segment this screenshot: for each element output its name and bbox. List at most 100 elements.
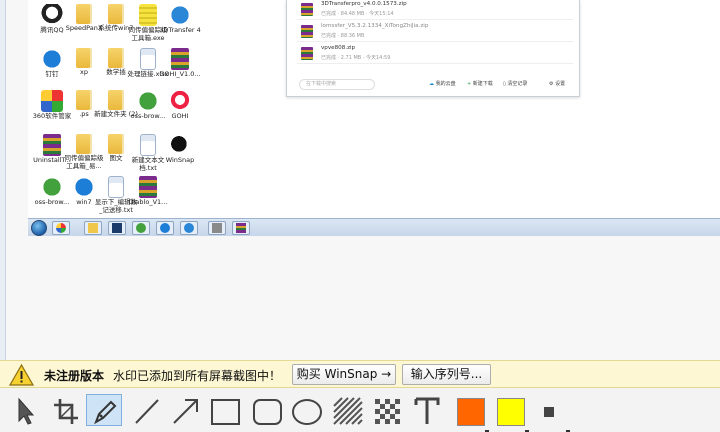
line-tool[interactable] <box>128 394 164 426</box>
cursor-arrow-icon <box>18 397 35 425</box>
tool-icon <box>212 223 222 233</box>
folder-icon <box>108 90 124 110</box>
start-button[interactable] <box>31 220 47 236</box>
rounded-rectangle-tool[interactable] <box>248 394 284 426</box>
download-filename: lomssfer_V5.3.2.1334_XiTongZhiJia.zip <box>321 23 429 29</box>
taskbar-app-oss[interactable] <box>132 221 150 235</box>
app-store-icon <box>41 90 63 112</box>
line-icon <box>135 399 159 424</box>
desktop-icon-gohi-archive: GOHI_V1.0... <box>158 48 202 92</box>
pen-tool[interactable] <box>86 394 122 426</box>
app-store-icon <box>56 223 66 233</box>
folder-icon <box>88 223 98 233</box>
cloud-icon: ☁ <box>429 81 434 87</box>
archive-icon <box>171 48 189 70</box>
pen-icon <box>94 400 117 425</box>
bird-icon <box>169 90 191 112</box>
download-item[interactable]: 3DTransferpro_v4.0.0.1573.zip 已完成 · 84.4… <box>297 0 573 20</box>
pixelate-tool[interactable] <box>368 394 404 426</box>
warning-icon <box>9 364 34 386</box>
text-file-icon <box>108 176 124 198</box>
arrow-tool[interactable] <box>166 394 202 426</box>
text-tool[interactable] <box>408 394 444 426</box>
oss-browser-icon <box>136 223 146 233</box>
unregistered-notice-bar: 未注册版本 水印已添加到所有屏幕截图中！ 购买 WinSnap → 输入序列号.… <box>0 360 720 388</box>
dingtalk-icon <box>41 48 63 70</box>
rounded-rectangle-icon <box>253 399 282 425</box>
desktop-area: 腾讯QQ SpeedPanX 系统传win7 同传偏偏踪级工具箱.exe 3DT… <box>28 0 720 218</box>
transfer-icon <box>169 4 191 26</box>
plus-icon: + <box>467 81 472 87</box>
my-cloud-button[interactable]: ☁ 我的云盘 <box>429 80 456 89</box>
archive-icon <box>301 3 313 16</box>
folder-icon <box>108 4 124 24</box>
ellipse-tool[interactable] <box>288 394 324 426</box>
drawing-toolbar <box>0 388 720 432</box>
winsnap-icon <box>169 134 191 156</box>
taskbar-app-photoshop[interactable] <box>108 221 126 235</box>
settings-button[interactable]: ⚙ 设置 <box>549 80 565 89</box>
enter-serial-button[interactable]: 输入序列号... <box>402 364 491 385</box>
taskbar-app-winrar[interactable] <box>232 221 250 235</box>
pixelate-icon <box>375 399 400 424</box>
folder-icon <box>108 48 124 68</box>
arrow-icon <box>173 399 198 424</box>
uninstall-icon <box>43 134 61 156</box>
taskbar-app-explorer[interactable] <box>84 221 102 235</box>
download-meta: 已完成 · 88.36 MB <box>321 33 365 39</box>
download-search-input[interactable]: 在下载中搜索 <box>299 79 375 90</box>
folder-icon <box>76 4 92 24</box>
gear-icon: ⚙ <box>549 81 554 87</box>
captured-screenshot[interactable]: 腾讯QQ SpeedPanX 系统传win7 同传偏偏踪级工具箱.exe 3DT… <box>28 0 720 236</box>
oss-browser-icon <box>41 176 63 198</box>
browser-icon <box>160 223 170 233</box>
taskbar-app-network[interactable] <box>180 221 198 235</box>
trash-icon: ▯ <box>503 81 506 87</box>
download-manager-window: 3DTransferpro_v4.0.0.1573.zip 已完成 · 84.4… <box>286 0 580 97</box>
oss-browser-icon <box>137 90 159 112</box>
hatch-tool[interactable] <box>328 394 364 426</box>
select-tool[interactable] <box>8 394 44 426</box>
network-icon <box>184 223 194 233</box>
hatch-pattern-icon <box>333 397 363 425</box>
folder-icon <box>108 134 124 154</box>
primary-color-swatch[interactable] <box>457 398 485 426</box>
qq-icon <box>41 4 63 26</box>
archive-icon <box>236 223 246 233</box>
document-icon <box>140 48 156 70</box>
clear-records-button[interactable]: ▯ 清空记录 <box>503 80 527 89</box>
unregistered-label: 未注册版本 <box>44 369 105 383</box>
download-filename: vpve808.zip <box>321 45 356 51</box>
new-download-button[interactable]: + 新建下载 <box>467 80 493 89</box>
crop-icon <box>54 399 78 424</box>
download-filename: 3DTransferpro_v4.0.0.1573.zip <box>321 1 407 7</box>
taskbar-app-tool[interactable] <box>208 221 226 235</box>
crop-tool[interactable] <box>48 394 84 426</box>
win7-file-icon <box>73 176 95 198</box>
document-icon <box>139 4 157 26</box>
buy-winsnap-button[interactable]: 购买 WinSnap → <box>292 364 396 385</box>
desktop-icon-3dtransfer: 3DTransfer 4 <box>158 4 202 48</box>
download-item[interactable]: lomssfer_V5.3.2.1334_XiTongZhiJia.zip 已完… <box>297 22 573 42</box>
window-left-frame <box>0 0 6 360</box>
desktop-icon-winsnap: WinSnap <box>158 134 202 178</box>
taskbar <box>28 218 720 236</box>
secondary-color-swatch[interactable] <box>497 398 525 426</box>
taskbar-app-browser[interactable] <box>156 221 174 235</box>
desktop-icon-diablo: Diablo_V1... <box>126 176 170 220</box>
download-item[interactable]: vpve808.zip 已完成 · 2.71 MB · 今天14:59 <box>297 44 573 64</box>
photoshop-icon <box>112 223 122 233</box>
ellipse-icon <box>292 399 322 425</box>
taskbar-app-360[interactable] <box>52 221 70 235</box>
line-width-selector[interactable] <box>544 407 554 417</box>
archive-icon <box>301 47 313 60</box>
desktop-icon-gohi: GOHI <box>158 90 202 134</box>
rectangle-icon <box>211 399 240 425</box>
folder-icon <box>76 90 92 110</box>
folder-icon <box>76 134 92 154</box>
download-meta: 已完成 · 84.48 MB · 今天15:14 <box>321 11 394 17</box>
rectangle-tool[interactable] <box>206 394 242 426</box>
winsnap-editor: 腾讯QQ SpeedPanX 系统传win7 同传偏偏踪级工具箱.exe 3DT… <box>0 0 720 432</box>
watermark-message: 水印已添加到所有屏幕截图中！ <box>113 369 282 383</box>
archive-icon <box>301 25 313 38</box>
